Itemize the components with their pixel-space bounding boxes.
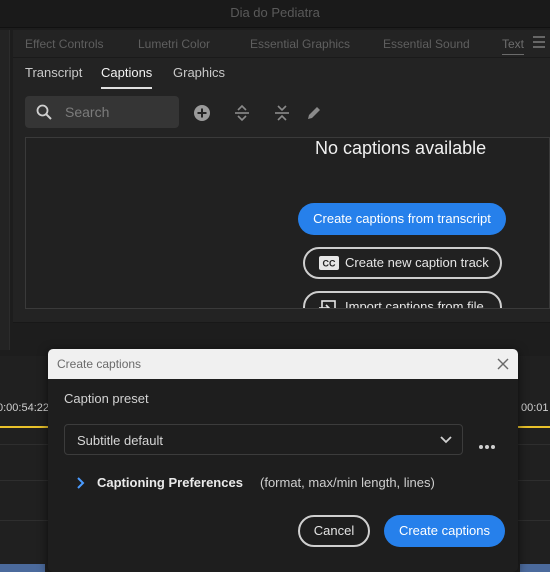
cancel-button[interactable]: Cancel [298,515,370,547]
tab-essential-graphics[interactable]: Essential Graphics [250,37,350,51]
pencil-icon[interactable] [304,103,324,123]
tab-lumetri-color[interactable]: Lumetri Color [138,37,210,51]
search-icon [36,104,52,120]
timeline-clip[interactable] [520,564,550,572]
add-icon[interactable] [192,103,212,123]
collapse-icon[interactable] [272,103,292,123]
caption-preset-label: Caption preset [64,391,149,406]
caption-preset-value: Subtitle default [77,433,164,448]
tab-effect-controls[interactable]: Effect Controls [25,37,103,51]
work-area-bar-right[interactable] [518,426,550,428]
expand-icon[interactable] [232,103,252,123]
caption-preset-select[interactable]: Subtitle default [64,424,463,455]
import-icon [319,300,336,308]
window-title: Dia do Pediatra [0,0,550,28]
import-captions-button[interactable]: Import captions from file [303,291,502,309]
left-panel-edge [0,30,10,350]
tab-essential-sound[interactable]: Essential Sound [383,37,470,51]
subtab-captions[interactable]: Captions [101,65,153,89]
new-caption-track-label: Create new caption track [345,255,489,270]
panel-footer [13,322,550,352]
search-input[interactable] [65,102,173,122]
captioning-preferences-note: (format, max/min length, lines) [260,475,435,490]
panel-tab-bar: Effect Controls Lumetri Color Essential … [13,30,550,58]
create-captions-button[interactable]: Create captions [384,515,505,547]
caption-list-area: No captions available Create captions fr… [25,137,550,309]
cc-icon: CC [319,256,339,270]
dialog-title: Create captions [57,357,142,371]
close-icon[interactable] [495,356,511,372]
subtab-transcript[interactable]: Transcript [25,65,82,80]
captioning-preferences-label: Captioning Preferences [97,475,243,490]
search-box[interactable] [25,96,179,128]
timecode-left: 0:00:54:22 [0,402,49,414]
dialog-header: Create captions [48,349,518,379]
more-icon[interactable] [479,436,497,449]
subtab-graphics[interactable]: Graphics [173,65,225,80]
create-from-transcript-button[interactable]: Create captions from transcript [298,203,506,235]
chevron-down-icon [440,436,452,444]
chevron-right-icon [77,477,85,489]
import-captions-label: Import captions from file [345,299,484,309]
tab-text[interactable]: Text [502,37,525,55]
svg-text:CC: CC [323,259,336,269]
timeline-clip[interactable] [0,564,45,572]
work-area-bar-left[interactable] [0,426,48,428]
empty-message: No captions available [315,138,487,158]
create-captions-dialog: Create captions Caption preset Subtitle … [48,349,518,572]
panel-menu-icon[interactable] [533,36,545,50]
new-caption-track-button[interactable]: CC Create new caption track [303,247,502,279]
captions-panel: Effect Controls Lumetri Color Essential … [13,30,550,352]
timecode-right: 00:01 [521,402,549,414]
